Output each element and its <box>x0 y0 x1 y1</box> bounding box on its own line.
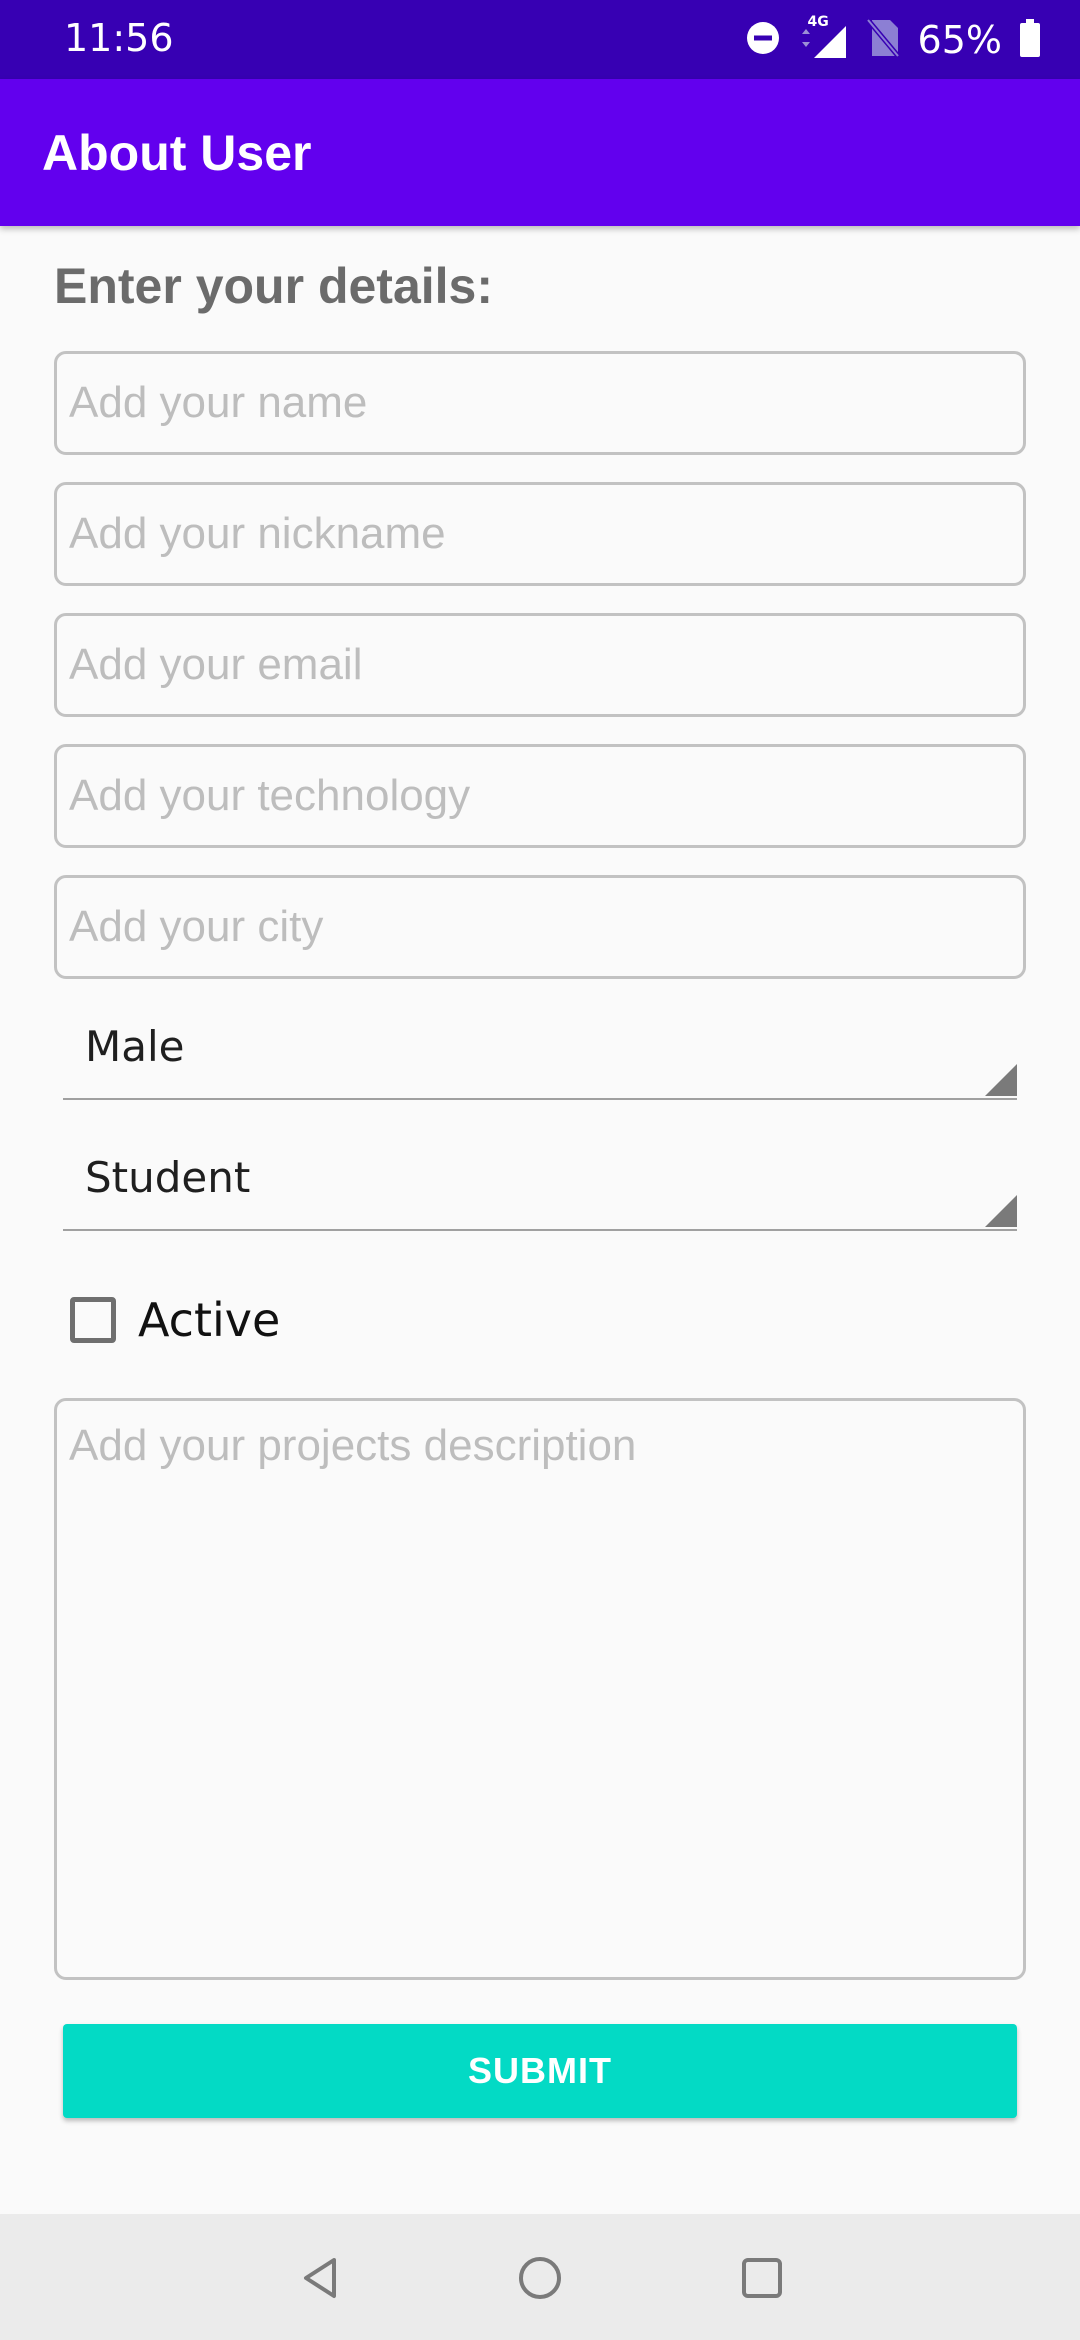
active-checkbox-row[interactable]: Active <box>70 1290 280 1350</box>
recents-icon[interactable] <box>732 2248 792 2308</box>
technology-input[interactable] <box>54 744 1026 848</box>
role-spinner[interactable]: Student <box>63 1131 1017 1231</box>
battery-percentage: 65% <box>917 18 1002 62</box>
battery-icon <box>1020 18 1040 62</box>
submit-button[interactable]: SUBMIT <box>63 2024 1017 2118</box>
app-title: About User <box>42 125 312 181</box>
status-icons: 4G 65% <box>746 14 1040 64</box>
form-heading: Enter your details: <box>54 258 493 314</box>
status-bar: 11:56 4G 65% <box>0 0 1080 79</box>
nickname-input[interactable] <box>54 482 1026 586</box>
app-bar: About User <box>0 79 1080 226</box>
do-not-disturb-icon <box>746 21 780 60</box>
dropdown-arrow-icon <box>985 1195 1017 1227</box>
dropdown-arrow-icon <box>985 1064 1017 1096</box>
navigation-bar <box>0 2214 1080 2340</box>
gender-spinner[interactable]: Male <box>63 1000 1017 1100</box>
role-spinner-value: Student <box>85 1153 251 1202</box>
back-icon[interactable] <box>290 2248 350 2308</box>
signal-icon: 4G <box>798 14 848 60</box>
city-input[interactable] <box>54 875 1026 979</box>
project-description-input[interactable] <box>54 1398 1026 1980</box>
active-checkbox-label: Active <box>138 1293 281 1347</box>
status-time: 11:56 <box>64 16 174 60</box>
name-input[interactable] <box>54 351 1026 455</box>
active-checkbox[interactable] <box>70 1297 116 1343</box>
gender-spinner-value: Male <box>85 1022 185 1071</box>
network-type: 4G <box>807 14 829 30</box>
email-input[interactable] <box>54 613 1026 717</box>
home-icon[interactable] <box>510 2248 570 2308</box>
no-sim-icon <box>865 17 900 63</box>
